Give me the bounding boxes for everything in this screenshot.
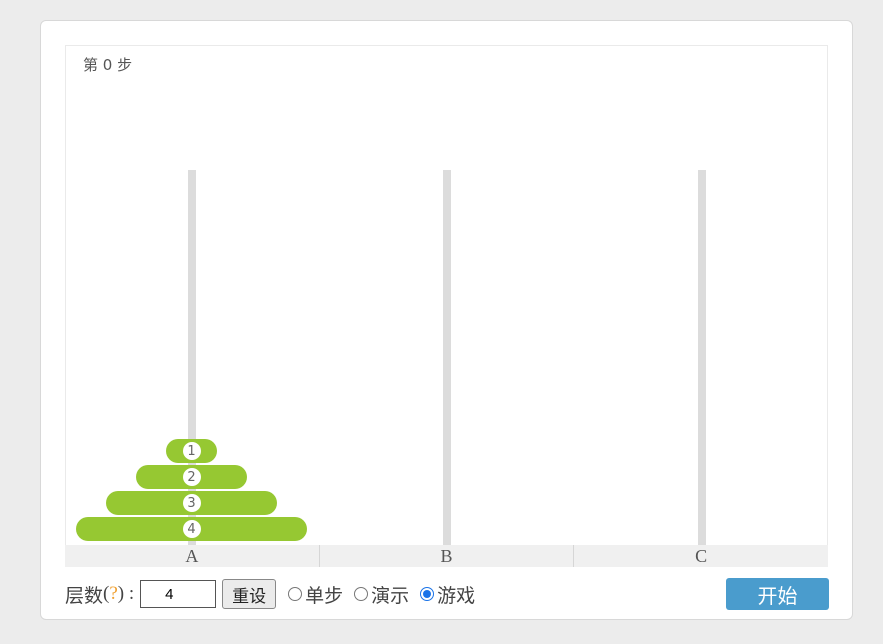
mode-label: 单步 (305, 584, 344, 607)
disk-number: 4 (182, 520, 201, 538)
disk-number: 3 (182, 494, 201, 512)
disk-4[interactable]: 4 (76, 517, 307, 541)
radio-circle[interactable] (288, 587, 303, 601)
radio-circle[interactable] (354, 587, 369, 601)
mode-label: 演示 (371, 584, 410, 607)
tower-label-b[interactable]: B (318, 545, 574, 567)
rod-c (698, 170, 706, 545)
level-paren-close: ) : (117, 583, 135, 604)
tower-base: A B C (65, 545, 828, 567)
disk-number: 1 (182, 442, 201, 460)
tower-label-a[interactable]: A (65, 545, 319, 567)
help-link[interactable]: ? (109, 583, 117, 605)
mode-game-radio[interactable]: 游戏 (420, 581, 475, 608)
radio-circle-selected[interactable] (420, 587, 435, 601)
mode-label: 游戏 (437, 584, 476, 607)
disk-3[interactable]: 3 (106, 491, 277, 515)
step-counter: 第 0 步 (83, 56, 133, 74)
start-button[interactable]: 开始 (726, 578, 829, 610)
level-label: 层数 (65, 584, 104, 607)
reset-button[interactable]: 重设 (222, 579, 277, 609)
tower-label-c[interactable]: C (573, 545, 828, 567)
disk-1[interactable]: 1 (166, 439, 217, 463)
control-bar: 层数(?) : 重设 单步 演示 游戏 (65, 578, 475, 610)
disk-number: 2 (182, 468, 201, 486)
level-input[interactable] (140, 580, 217, 608)
disk-2[interactable]: 2 (136, 465, 247, 489)
mode-step-radio[interactable]: 单步 (288, 581, 343, 608)
rod-b (443, 170, 451, 545)
mode-demo-radio[interactable]: 演示 (354, 581, 409, 608)
